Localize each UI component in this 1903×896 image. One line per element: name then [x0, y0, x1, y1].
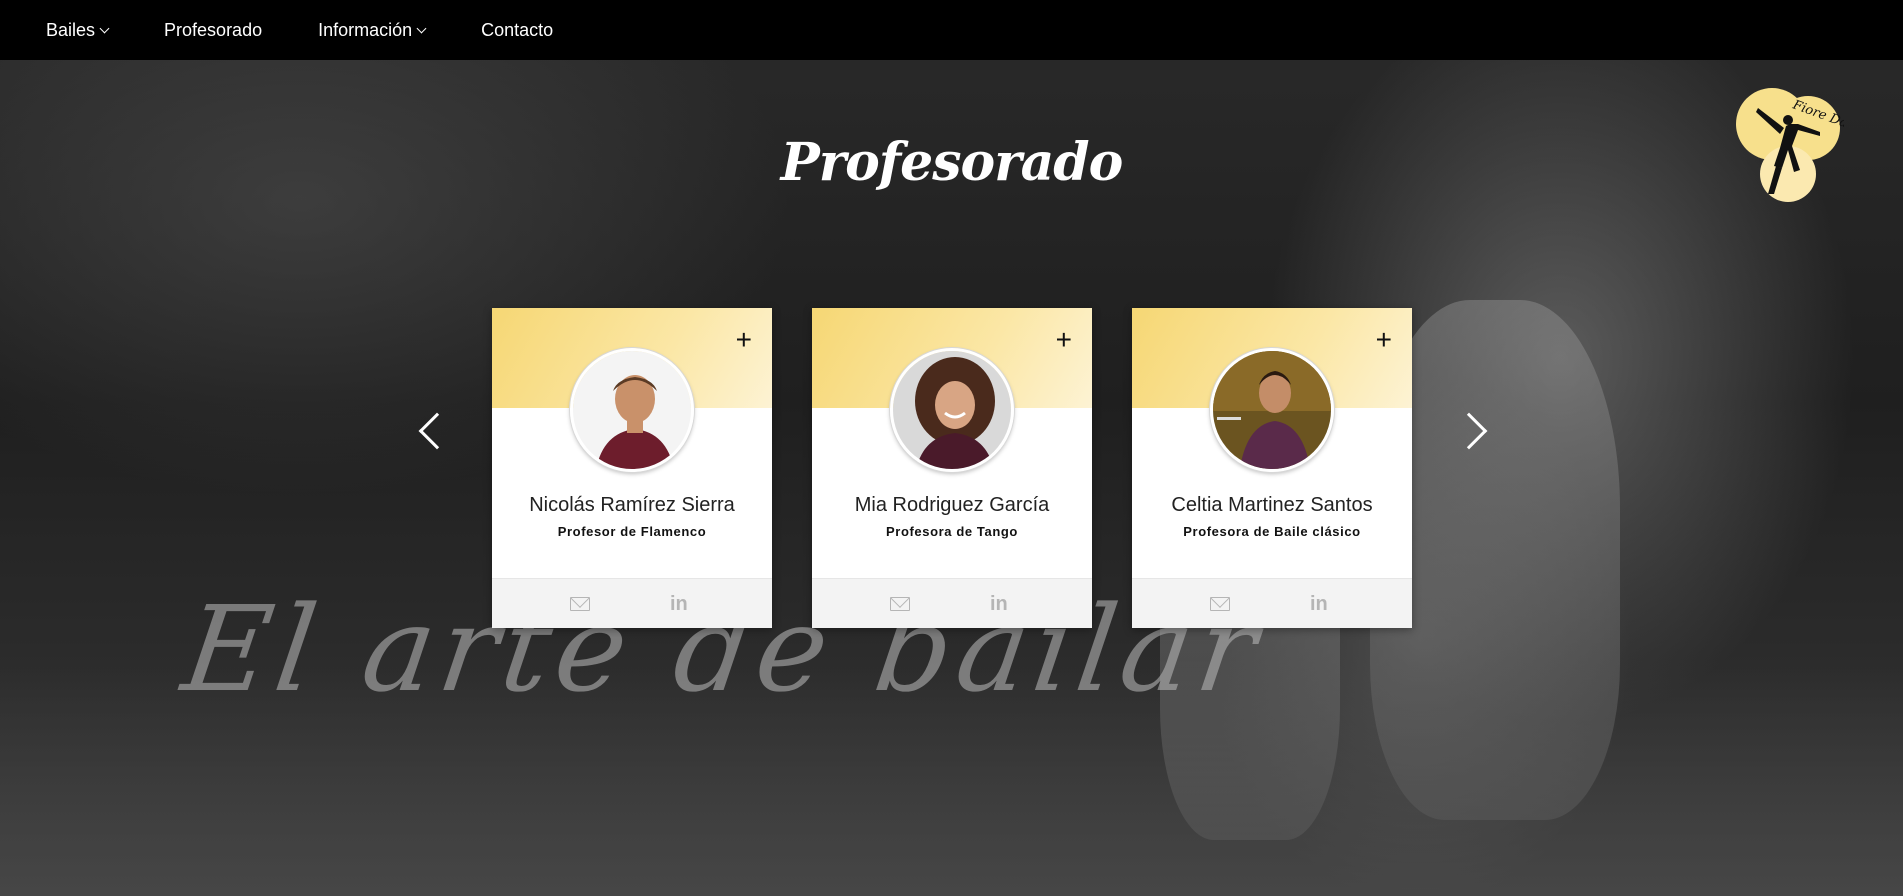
mail-icon [1210, 596, 1230, 611]
teacher-card-nicolas: + Nicolás Ramírez Sierra Profesor de Fla… [492, 308, 772, 628]
nav-item-bailes[interactable]: Bailes [46, 19, 110, 41]
card-footer: in [812, 578, 1092, 628]
chevron-left-icon [418, 412, 456, 450]
top-navbar: Bailes Profesorado Información Contacto [0, 0, 1903, 60]
expand-plus-icon[interactable]: + [736, 326, 752, 354]
nav-item-label: Profesorado [164, 19, 263, 40]
nav-item-informacion[interactable]: Información [318, 19, 427, 41]
linkedin-icon[interactable]: in [990, 594, 1014, 614]
teacher-name: Celtia Martinez Santos [1171, 494, 1373, 516]
teacher-name: Mia Rodriguez García [854, 494, 1050, 516]
mail-icon [570, 596, 590, 611]
card-footer: in [1132, 578, 1412, 628]
card-footer: in [492, 578, 772, 628]
carousel-next-button[interactable] [1450, 410, 1496, 450]
nav-item-profesorado[interactable]: Profesorado [164, 20, 262, 41]
chevron-right-icon [1450, 412, 1488, 450]
mail-icon [890, 596, 910, 611]
teacher-card-mia: + Mia Rodriguez García Profesora de Tang… [812, 308, 1092, 628]
expand-plus-icon[interactable]: + [1056, 326, 1072, 354]
linkedin-icon[interactable]: in [670, 594, 694, 614]
avatar [570, 348, 694, 472]
avatar [1210, 348, 1334, 472]
page-title: Profesorado [780, 132, 1124, 193]
nav-item-contacto[interactable]: Contacto [481, 20, 553, 41]
teacher-card-celtia: + Celtia Martinez Santos Profesora de Ba… [1132, 308, 1412, 628]
chevron-down-icon [416, 23, 427, 34]
chevron-down-icon [99, 23, 110, 34]
linkedin-icon[interactable]: in [1310, 594, 1334, 614]
email-button[interactable] [1210, 594, 1234, 614]
expand-plus-icon[interactable]: + [1376, 326, 1392, 354]
teacher-name: Nicolás Ramírez Sierra [529, 494, 735, 516]
avatar [890, 348, 1014, 472]
teacher-role: Profesora de Baile clásico [1183, 524, 1361, 539]
carousel-prev-button[interactable] [414, 410, 456, 450]
email-button[interactable] [890, 594, 914, 614]
nav-item-label: Información [318, 19, 413, 40]
email-button[interactable] [570, 594, 594, 614]
teacher-role: Profesora de Tango [886, 524, 1018, 539]
nav-item-label: Bailes [46, 19, 96, 40]
nav-item-label: Contacto [481, 19, 554, 40]
teacher-role: Profesor de Flamenco [557, 524, 707, 539]
